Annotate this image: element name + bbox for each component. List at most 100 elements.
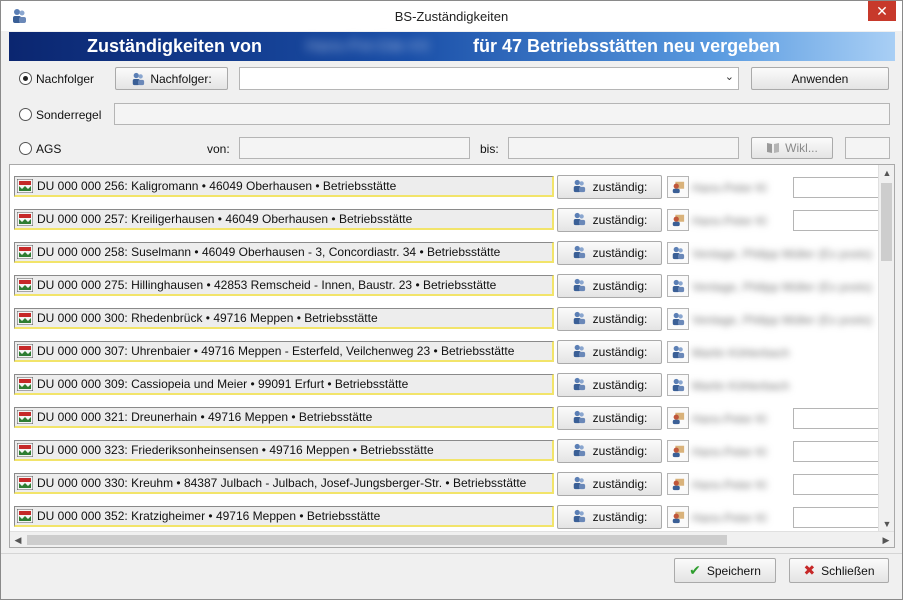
chevron-down-icon[interactable]: ⌄	[725, 70, 734, 83]
betriebsstaette-label[interactable]: DU 000 000 257: Kreiligerhausen • 46049 …	[14, 209, 554, 230]
person-detail-field[interactable]	[793, 408, 880, 429]
building-flag-icon	[17, 212, 33, 226]
betriebsstaette-label[interactable]: DU 000 000 323: Friederiksonheinsensen •…	[14, 440, 554, 461]
zustaendig-button[interactable]: zuständig:	[557, 406, 662, 430]
nachfolger-select[interactable]: ⌄	[239, 67, 739, 90]
zustaendig-button[interactable]: zuständig:	[557, 373, 662, 397]
betriebsstaette-label[interactable]: DU 000 000 352: Kratzigheimer • 49716 Me…	[14, 506, 554, 527]
zustaendig-label: zuständig:	[592, 510, 648, 524]
save-button[interactable]: ✔ Speichern	[674, 558, 776, 583]
chevron-right-icon[interactable]: ▶	[878, 532, 894, 547]
save-button-label: Speichern	[706, 563, 761, 578]
horizontal-scrollbar[interactable]: ◀ ▶	[10, 531, 894, 547]
person-detail-field[interactable]	[793, 210, 880, 231]
zustaendig-label: zuständig:	[592, 279, 648, 293]
scroll-thumb[interactable]	[27, 535, 727, 545]
person-card-icon[interactable]	[667, 209, 689, 231]
close-icon: ✖	[803, 562, 816, 578]
list-item: DU 000 000 307: Uhrenbaier • 49716 Meppe…	[10, 336, 880, 369]
person-card-icon[interactable]	[667, 506, 689, 528]
zustaendig-button[interactable]: zuständig:	[557, 241, 662, 265]
nachfolger-button[interactable]: Nachfolger:	[115, 67, 228, 90]
betriebsstaette-label[interactable]: DU 000 000 321: Dreunerhain • 49716 Mepp…	[14, 407, 554, 428]
assigned-person-name: Martin Köhlerbach	[692, 379, 790, 393]
zustaendig-button[interactable]: zuständig:	[557, 307, 662, 331]
checkmark-icon: ✔	[689, 562, 701, 578]
close-button[interactable]: ✖ Schließen	[789, 558, 889, 583]
person-card-icon[interactable]	[667, 176, 689, 198]
sonderregel-radio[interactable]	[19, 108, 32, 121]
zustaendig-button[interactable]: zuständig:	[557, 340, 662, 364]
people-icon[interactable]	[667, 275, 689, 297]
zustaendig-label: zuständig:	[592, 411, 648, 425]
people-icon[interactable]	[667, 242, 689, 264]
people-icon	[572, 311, 588, 327]
nachfolger-button-label: Nachfolger:	[150, 71, 212, 86]
person-card-icon[interactable]	[667, 440, 689, 462]
list-item: DU 000 000 300: Rhedenbrück • 49716 Mepp…	[10, 303, 880, 336]
people-icon	[572, 344, 588, 360]
person-detail-field[interactable]	[793, 177, 880, 198]
nachfolger-radio[interactable]	[19, 72, 32, 85]
close-window-button[interactable]: ✕	[868, 1, 896, 21]
list-item: DU 000 000 275: Hillinghausen • 42853 Re…	[10, 270, 880, 303]
betriebsstaette-label[interactable]: DU 000 000 258: Suselmann • 46049 Oberha…	[14, 242, 554, 263]
wiki-button[interactable]: Wikl...	[751, 137, 833, 159]
people-icon[interactable]	[667, 374, 689, 396]
von-field[interactable]	[239, 137, 470, 159]
betriebsstaette-label[interactable]: DU 000 000 309: Cassiopeia und Meier • 9…	[14, 374, 554, 395]
betriebsstaette-label[interactable]: DU 000 000 256: Kaligromann • 46049 Ober…	[14, 176, 554, 197]
scroll-thumb[interactable]	[881, 183, 892, 261]
bis-field[interactable]	[508, 137, 739, 159]
people-icon[interactable]	[667, 341, 689, 363]
assigned-person-name: Hans-Peter Kl	[692, 412, 767, 426]
list-item: DU 000 000 352: Kratzigheimer • 49716 Me…	[10, 501, 880, 534]
person-detail-field[interactable]	[793, 441, 880, 462]
person-card-icon[interactable]	[667, 407, 689, 429]
ags-radio[interactable]	[19, 142, 32, 155]
zustaendig-button[interactable]: zuständig:	[557, 274, 662, 298]
chevron-up-icon[interactable]: ▲	[879, 165, 894, 181]
list-item: DU 000 000 323: Friederiksonheinsensen •…	[10, 435, 880, 468]
chevron-left-icon[interactable]: ◀	[10, 532, 26, 547]
vertical-scrollbar[interactable]: ▲ ▼	[878, 165, 894, 532]
chevron-down-icon[interactable]: ▼	[879, 516, 894, 532]
betriebsstaette-text: DU 000 000 330: Kreuhm • 84387 Julbach -…	[37, 476, 527, 490]
zustaendig-label: zuständig:	[592, 312, 648, 326]
betriebsstaette-text: DU 000 000 323: Friederiksonheinsensen •…	[37, 443, 434, 457]
zustaendig-button[interactable]: zuständig:	[557, 439, 662, 463]
building-flag-icon	[17, 245, 33, 259]
betriebsstaette-label[interactable]: DU 000 000 307: Uhrenbaier • 49716 Meppe…	[14, 341, 554, 362]
list-item: DU 000 000 330: Kreuhm • 84387 Julbach -…	[10, 468, 880, 501]
zustaendig-label: zuständig:	[592, 213, 648, 227]
people-icon	[572, 377, 588, 393]
apply-button[interactable]: Anwenden	[751, 67, 889, 90]
betriebsstaette-text: DU 000 000 258: Suselmann • 46049 Oberha…	[37, 245, 501, 259]
betriebsstaette-label[interactable]: DU 000 000 275: Hillinghausen • 42853 Re…	[14, 275, 554, 296]
assigned-person-name: Martin Köhlerbach	[692, 346, 790, 360]
people-icon	[572, 278, 588, 294]
title-bar: BS-Zuständigkeiten ✕	[1, 1, 902, 31]
people-icon[interactable]	[667, 308, 689, 330]
person-detail-field[interactable]	[793, 474, 880, 495]
zustaendig-label: zuständig:	[592, 246, 648, 260]
zustaendig-button[interactable]: zuständig:	[557, 472, 662, 496]
list-item: DU 000 000 309: Cassiopeia und Meier • 9…	[10, 369, 880, 402]
betriebsstaette-label[interactable]: DU 000 000 300: Rhedenbrück • 49716 Mepp…	[14, 308, 554, 329]
betriebsstaette-text: DU 000 000 256: Kaligromann • 46049 Ober…	[37, 179, 397, 193]
betriebsstaette-text: DU 000 000 321: Dreunerhain • 49716 Mepp…	[37, 410, 373, 424]
building-flag-icon	[17, 377, 33, 391]
sonderregel-label: Sonderregel	[36, 108, 102, 122]
extra-field[interactable]	[845, 137, 890, 159]
nachfolger-label: Nachfolger	[36, 72, 95, 86]
betriebsstaette-text: DU 000 000 300: Rhedenbrück • 49716 Mepp…	[37, 311, 378, 325]
person-detail-field[interactable]	[793, 507, 880, 528]
betriebsstaette-label[interactable]: DU 000 000 330: Kreuhm • 84387 Julbach -…	[14, 473, 554, 494]
person-card-icon[interactable]	[667, 473, 689, 495]
zustaendig-button[interactable]: zuständig:	[557, 505, 662, 529]
von-label: von:	[207, 142, 230, 156]
sonderregel-field[interactable]	[114, 103, 890, 125]
zustaendig-button[interactable]: zuständig:	[557, 208, 662, 232]
building-flag-icon	[17, 179, 33, 193]
zustaendig-button[interactable]: zuständig:	[557, 175, 662, 199]
